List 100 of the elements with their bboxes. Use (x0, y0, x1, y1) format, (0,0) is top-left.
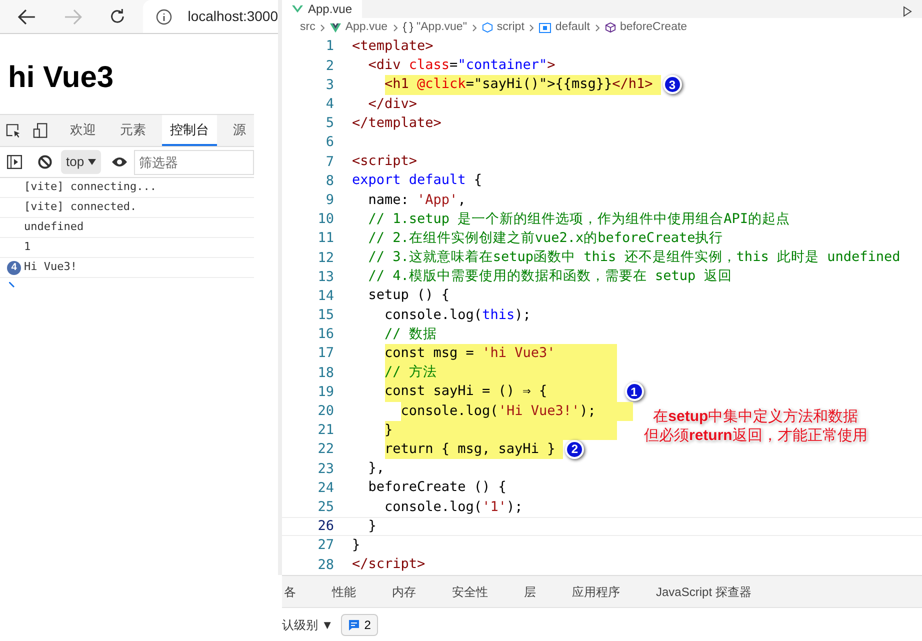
code-line: } (368, 516, 376, 536)
line-number: 7 (324, 152, 334, 172)
braces-icon (402, 22, 413, 33)
devtools-tab[interactable]: 内存 (389, 582, 419, 600)
devtools-tab[interactable]: 各 (281, 582, 299, 600)
code-line: </template> (352, 114, 442, 133)
devtools-tab[interactable]: 应用程序 (569, 582, 623, 600)
address-bar[interactable]: localhost:3000 (142, 0, 278, 33)
breadcrumb-item[interactable]: default (555, 18, 590, 36)
vue-logo-icon (330, 22, 342, 32)
page-heading: hi Vue3 (8, 60, 115, 96)
back-arrow-icon[interactable] (18, 8, 36, 24)
code-line: // 1.setup 是一个新的组件选项，作为组件中使用组合API的起点 (368, 210, 790, 229)
line-number: 5 (324, 114, 334, 134)
devtools-tab[interactable]: 层 (521, 582, 539, 600)
annotation-note: 在setup中集中定义方法和数据 但必须return返回，才能正常使用 (644, 407, 868, 445)
code-line: <script> (352, 152, 418, 172)
line-number: 24 (316, 478, 334, 498)
chevron-right-icon (472, 24, 477, 32)
line-number: 16 (316, 325, 334, 344)
line-number: 27 (316, 536, 334, 556)
line-number: 10 (316, 210, 334, 230)
breadcrumb-item[interactable]: "App.vue" (416, 18, 467, 36)
line-number: 14 (316, 286, 334, 306)
console-message: Hi Vue3! (24, 259, 77, 276)
run-icon[interactable] (903, 6, 912, 17)
line-number: 2 (324, 56, 334, 76)
code-line: export default { (352, 171, 482, 190)
line-number: 6 (324, 133, 334, 152)
devtools-tab[interactable]: 安全性 (449, 582, 491, 600)
line-number: 9 (324, 190, 334, 210)
editor-tab[interactable]: App.vue (282, 0, 362, 18)
code-line: beforeCreate () { (368, 478, 506, 498)
console-message: 1 (24, 239, 31, 256)
vue-logo-icon (292, 5, 303, 13)
prompt-chevron-icon[interactable] (9, 282, 15, 288)
breadcrumb-item[interactable]: script (496, 18, 524, 36)
reload-icon[interactable] (108, 8, 126, 25)
line-number: 28 (316, 556, 334, 575)
line-number: 20 (316, 402, 334, 422)
chevron-right-icon (392, 24, 398, 32)
chevron-right-icon (529, 24, 534, 32)
tab-title: App.vue (308, 2, 352, 16)
line-number: 21 (316, 421, 334, 440)
filter-field[interactable]: 筛选器 (134, 150, 254, 174)
line-number: 12 (316, 248, 334, 268)
console-message: [vite] connecting... (24, 179, 156, 196)
issues-count: 2 (364, 616, 371, 634)
code-line: setup () { (368, 286, 450, 306)
repeat-count-badge: 4 (7, 260, 21, 274)
console-message: undefined (24, 219, 84, 236)
code-line: <div class="container"> (368, 56, 556, 76)
line-number: 19 (316, 382, 334, 402)
code-line: // 3.这就意味着在setup函数中 this 还不是组件实例，this 此时是 undefined (368, 248, 900, 268)
numbered-callout: 2 (565, 440, 584, 459)
code-line: console.log('1'); (384, 498, 523, 516)
breadcrumb-item[interactable]: beforeCreate (620, 18, 688, 36)
inspect-element-icon[interactable] (6, 122, 22, 138)
devtools-tab[interactable]: 源 (225, 115, 254, 146)
code-line: // 4.模版中需要使用的数据和函数，需要在 setup 返回 (368, 267, 732, 286)
line-number: 26 (316, 517, 334, 536)
devtools-tab[interactable]: 欢迎 (62, 115, 104, 146)
code-line: name: 'App', (368, 190, 466, 210)
code-line: // 数据 (384, 324, 437, 344)
chevron-right-icon (320, 24, 326, 32)
line-number: 1 (324, 37, 334, 56)
log-level-dropdown[interactable]: 认级别 ▼ (282, 616, 334, 634)
code-line: // 2.在组件实例创建之前vue2.x的beforeCreate执行 (368, 228, 724, 248)
info-icon (156, 8, 172, 24)
issues-counter[interactable]: 2 (341, 614, 378, 636)
devtools-tab[interactable]: 性能 (329, 582, 359, 600)
breadcrumb-item[interactable]: App.vue (345, 18, 388, 36)
line-number: 13 (316, 268, 334, 287)
breadcrumb-item[interactable]: src (300, 18, 316, 36)
code-line: }, (368, 459, 385, 478)
chevron-right-icon (594, 24, 600, 32)
line-number: 17 (316, 344, 334, 364)
clear-console-icon[interactable] (38, 155, 52, 169)
console-message: [vite] connected. (24, 199, 137, 216)
variable-icon (539, 22, 552, 32)
devtools-tab[interactable]: JavaScript 探查器 (653, 582, 754, 600)
line-number: 3 (324, 76, 334, 95)
line-number: 18 (316, 364, 334, 383)
sidebar-toggle-icon[interactable] (7, 155, 22, 169)
caret-icon (88, 159, 96, 165)
line-number: 4 (324, 95, 334, 114)
eye-icon[interactable] (111, 156, 128, 168)
line-number: 15 (316, 306, 334, 326)
devtools-tab[interactable]: 元素 (112, 115, 154, 146)
code-line: </script> (352, 555, 426, 574)
devtools-tab[interactable]: 控制台 (162, 115, 217, 146)
numbered-callout: 1 (624, 382, 644, 402)
message-icon (348, 618, 360, 630)
code-line: </div> (368, 94, 418, 114)
line-number: 22 (316, 440, 334, 460)
numbered-callout: 3 (662, 75, 682, 94)
line-number: 23 (316, 460, 334, 479)
context-dropdown[interactable]: top (61, 150, 102, 174)
line-number: 8 (324, 172, 334, 191)
device-icon[interactable] (33, 122, 48, 139)
